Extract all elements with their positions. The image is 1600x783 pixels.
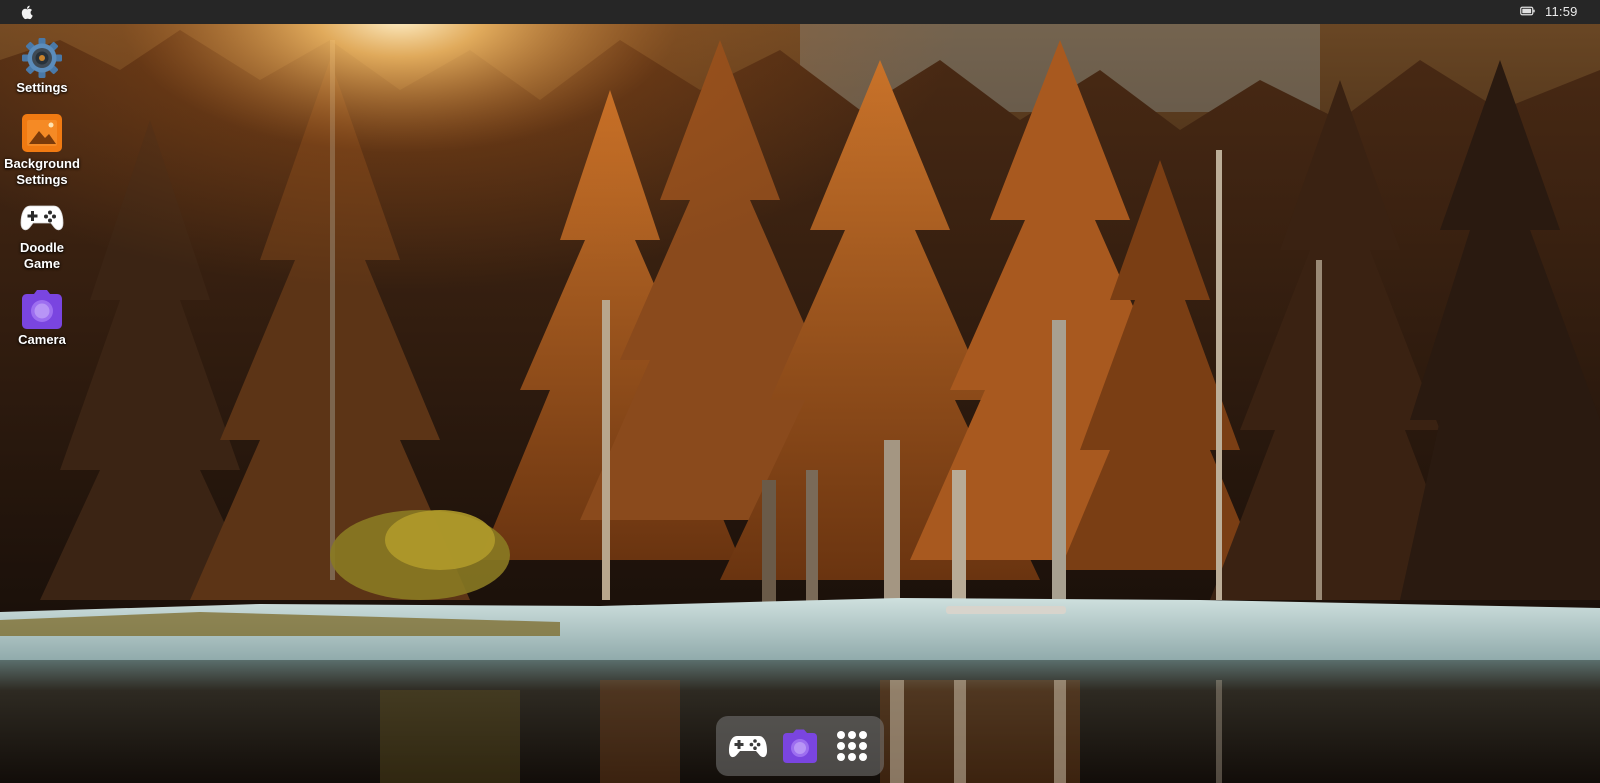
- gear-icon: [22, 38, 62, 78]
- desktop-icon-background-settings[interactable]: Background Settings: [0, 112, 84, 188]
- wallpaper: [0, 0, 1600, 783]
- image-icon: [22, 114, 62, 152]
- desktop-icon-label: Doodle Game: [19, 240, 65, 271]
- desktop-icon-label: Settings: [16, 80, 68, 95]
- menu-bar: 11:59: [0, 0, 1600, 24]
- dock-camera-icon[interactable]: [780, 726, 820, 766]
- battery-icon[interactable]: [1520, 6, 1535, 16]
- clock[interactable]: 11:59: [1545, 4, 1578, 20]
- desktop-icon-label: Background Settings: [4, 156, 80, 187]
- desktop-icon-label: Camera: [18, 332, 66, 347]
- dock-app-grid-icon[interactable]: [832, 726, 872, 766]
- dock-gamepad-icon[interactable]: [728, 726, 768, 766]
- desktop-icon-doodle-game[interactable]: Doodle Game: [0, 196, 84, 272]
- gamepad-icon: [20, 205, 64, 231]
- desktop-icon-camera[interactable]: Camera: [0, 288, 84, 348]
- desktop: 11:59 Settings Background Settings Doodl…: [0, 0, 1600, 783]
- camera-icon: [22, 290, 62, 329]
- dock: [716, 716, 884, 776]
- apple-logo-icon[interactable]: [19, 4, 33, 20]
- desktop-icon-settings[interactable]: Settings: [0, 36, 84, 96]
